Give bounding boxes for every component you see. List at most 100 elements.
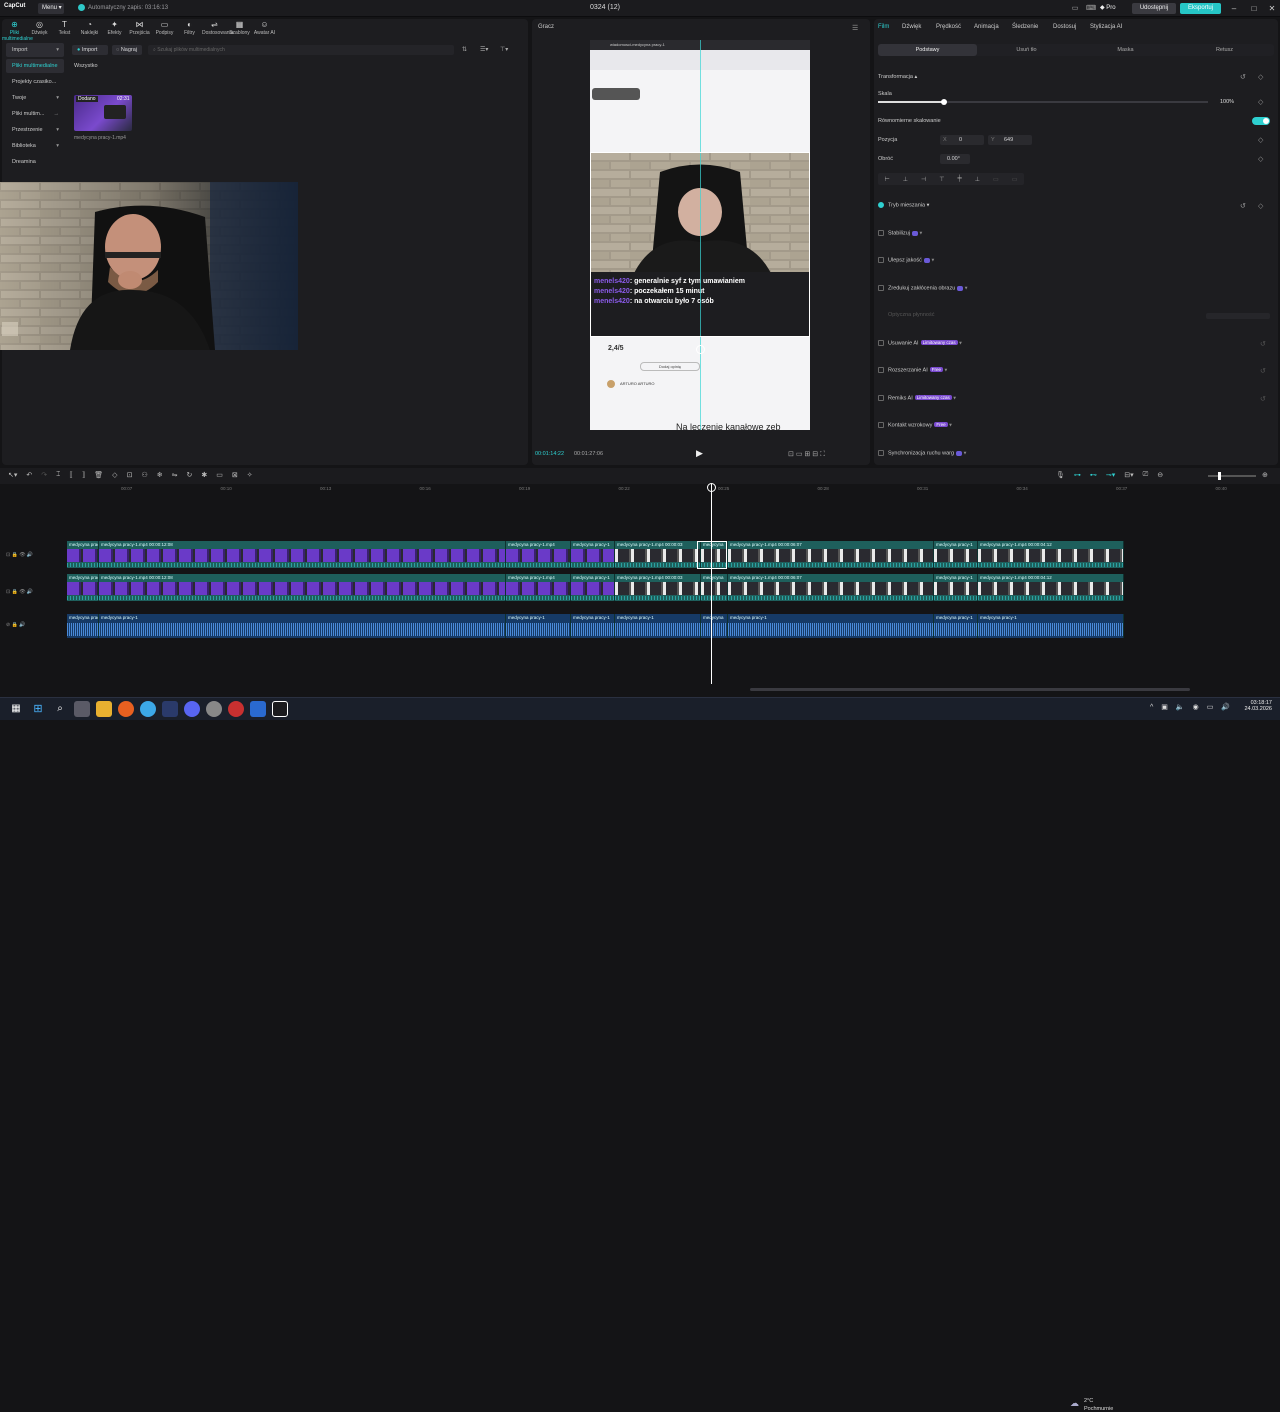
media-side-item[interactable]: Biblioteka ▾ xyxy=(6,139,64,153)
rotate-keyframe-icon[interactable]: ◇ xyxy=(1258,155,1263,163)
timeline-ruler[interactable]: 00:07 00:10 00:13 00:16 00:19 00:22 00:25 00:28… xyxy=(66,484,1280,496)
inspector-tab-4[interactable]: Śledzenie xyxy=(1012,24,1038,30)
selection-box[interactable] xyxy=(590,152,810,337)
store-icon[interactable] xyxy=(250,701,266,717)
audio-clip[interactable]: medycyna pracy-1 xyxy=(728,614,934,638)
align-right-icon[interactable]: ⊣ xyxy=(921,176,926,183)
subtab-0[interactable]: Podstawy xyxy=(878,44,977,56)
toolbar-tekst[interactable]: T Tekst xyxy=(52,20,77,38)
fit-timeline-icon[interactable]: ⊟▾ xyxy=(1124,471,1133,479)
feature-smooth[interactable]: Optyczna płynność xyxy=(888,312,934,318)
video-clip[interactable]: medycyna pracy-1.mp4 00:00:04:12 xyxy=(978,541,1124,568)
opera-icon[interactable] xyxy=(228,701,244,717)
feature-reset-icon[interactable]: ↺ xyxy=(1260,367,1266,375)
capcut-taskbar-icon[interactable] xyxy=(272,701,288,717)
feature-reset-icon[interactable]: ↺ xyxy=(1260,395,1266,403)
scale-value[interactable]: 100% xyxy=(1220,99,1234,105)
align-center-icon[interactable]: ⊥ xyxy=(903,176,908,183)
steam-icon[interactable] xyxy=(162,701,178,717)
video-clip[interactable]: medycyna pracy-1.mp4 00:00:03 xyxy=(615,574,701,601)
split-right-icon[interactable]: ⟧ xyxy=(82,471,85,479)
video-clip[interactable]: medycyna pracy-1.mp4 xyxy=(506,541,571,568)
layout-icon[interactable]: ▭ xyxy=(1068,4,1082,14)
select-tool-icon[interactable]: ↖▾ xyxy=(8,471,17,479)
video-preview[interactable]: wiadomosci-medycyna pracy-1 menels420: g… xyxy=(590,40,810,430)
video-clip[interactable]: medycyna pracy-1.mp4 00:00:03 xyxy=(615,541,701,568)
scale-keyframe-icon[interactable]: ◇ xyxy=(1258,98,1263,106)
redo-icon[interactable]: ↷ xyxy=(41,471,47,479)
weather-widget[interactable]: ☁ 2°C Pochmurnie xyxy=(1070,1398,1113,1412)
media-side-item[interactable]: Pliki multim... → xyxy=(6,107,64,121)
media-side-item[interactable]: Przestrzenie ▾ xyxy=(6,123,64,137)
video-clip[interactable]: medycyna pracy-1 xyxy=(571,574,615,601)
close-icon[interactable]: ✕ xyxy=(1262,2,1280,15)
toolbar-szablony[interactable]: ▦ Szablony xyxy=(227,20,252,38)
feature-checkbox[interactable] xyxy=(878,257,884,263)
reset-icon[interactable]: ↺ xyxy=(1240,73,1246,81)
explorer-icon[interactable] xyxy=(96,701,112,717)
sort-icon[interactable]: ⇅ xyxy=(462,46,467,53)
zoom-fit-icon[interactable]: ⊞ xyxy=(804,451,810,458)
feature-checkbox[interactable] xyxy=(878,367,884,373)
blend-reset-icon[interactable]: ↺ xyxy=(1240,202,1246,210)
zoom-out-icon[interactable]: ⊖ xyxy=(1157,471,1163,479)
audio-clip[interactable]: medycyna pracy-1 xyxy=(615,614,701,638)
menu-button[interactable]: Menu ▾ xyxy=(38,3,64,14)
video-clip[interactable]: medycyna xyxy=(701,574,728,601)
feature-expand-ai[interactable]: Rozszerzanie AI Free ▾ xyxy=(878,367,947,373)
audio-clip[interactable]: medycyna pracy-1 xyxy=(506,614,571,638)
ai-tool-icon[interactable]: ✧ xyxy=(247,471,253,479)
feature-lipsync[interactable]: Synchronizacja ruchu warg ▾ xyxy=(878,450,966,456)
record-button[interactable]: ◌ Nagraj xyxy=(112,45,142,55)
tray-chevron-icon[interactable]: ^ xyxy=(1150,704,1153,711)
align-middle-icon[interactable]: ╪ xyxy=(958,176,962,182)
feature-denoise[interactable]: Zredukuj zakłócenia obrazu ▾ xyxy=(878,285,968,291)
video-clip[interactable]: medycyna pracy-1.mp4 00:00:12:08 xyxy=(99,541,506,568)
video-clip[interactable]: medycyna pracy xyxy=(67,541,99,568)
audio-clip[interactable]: medycyna xyxy=(701,614,728,638)
snapshot-icon[interactable]: ⊟ xyxy=(812,451,818,458)
feature-enhance[interactable]: Ulepsz jakość ▾ xyxy=(878,257,934,263)
play-icon[interactable]: ▶ xyxy=(696,448,703,459)
toolbar-naklejki[interactable]: ◔ Naklejki xyxy=(77,20,102,38)
obs-icon[interactable] xyxy=(206,701,222,717)
feature-checkbox[interactable] xyxy=(878,340,884,346)
tray-volume-icon[interactable]: 🔊 xyxy=(1221,703,1230,711)
tray-network-icon[interactable]: ▭ xyxy=(1207,703,1214,711)
share-button[interactable]: Udostępnij xyxy=(1132,3,1176,14)
track2-controls[interactable]: ⊡ 🔒 👁 🔊 xyxy=(6,589,33,595)
inspector-tab-6[interactable]: Stylizacja AI xyxy=(1090,24,1122,30)
player-menu-icon[interactable]: ☰ xyxy=(852,24,858,32)
uniform-scale-toggle[interactable] xyxy=(1252,117,1270,125)
delete-icon[interactable]: 🗑 xyxy=(94,471,103,479)
video-clip[interactable]: medycyna pracy-1 xyxy=(571,541,615,568)
keyframe-icon[interactable]: ◇ xyxy=(1258,73,1263,81)
feature-checkbox[interactable] xyxy=(878,395,884,401)
feature-remove-ai[interactable]: Usuwanie AI Limitowany czas ▾ xyxy=(878,340,962,346)
inspector-tab-0[interactable]: Film xyxy=(878,24,889,30)
mic-icon[interactable]: 🎙 xyxy=(1056,471,1065,479)
fullscreen-icon[interactable]: ⛶ xyxy=(820,451,825,458)
clock[interactable]: 03:18:17 24.03.2026 xyxy=(1240,700,1272,712)
toolbar-efekty[interactable]: ✦ Efekty xyxy=(102,20,127,38)
media-side-item[interactable]: Import ▾ xyxy=(6,43,64,57)
preview-link-icon[interactable]: ⊸▾ xyxy=(1106,471,1115,479)
video-clip[interactable]: medycyna pracy-1.mp4 00:00:06:07 xyxy=(728,541,934,568)
video-clip[interactable]: medycyna pracy-1 xyxy=(934,541,978,568)
audio-clip[interactable]: medycyna pracy-1 xyxy=(99,614,506,638)
tray-wifi-icon[interactable]: ◉ xyxy=(1193,703,1199,711)
align-top-icon[interactable]: ⊤ xyxy=(939,176,944,183)
transform-tool-icon[interactable]: ⊠ xyxy=(232,471,238,479)
subtab-1[interactable]: Usuń tło xyxy=(977,44,1076,56)
media-side-item[interactable]: Projekty czasiko... xyxy=(6,75,64,89)
discord-icon[interactable] xyxy=(184,701,200,717)
tray-app-icon[interactable]: ▣ xyxy=(1161,703,1168,711)
maximize-icon[interactable]: □ xyxy=(1244,2,1264,15)
feature-checkbox[interactable] xyxy=(878,450,884,456)
pos-x-input[interactable]: X0 xyxy=(940,135,984,145)
inspector-tab-2[interactable]: Prędkość xyxy=(936,24,961,30)
scale-slider-thumb[interactable] xyxy=(941,99,947,105)
feature-checkbox[interactable] xyxy=(878,422,884,428)
video-clip[interactable]: medycyna pracy-1.mp4 xyxy=(506,574,571,601)
blend-mode-row[interactable]: Tryb mieszania ▾ xyxy=(878,202,929,208)
